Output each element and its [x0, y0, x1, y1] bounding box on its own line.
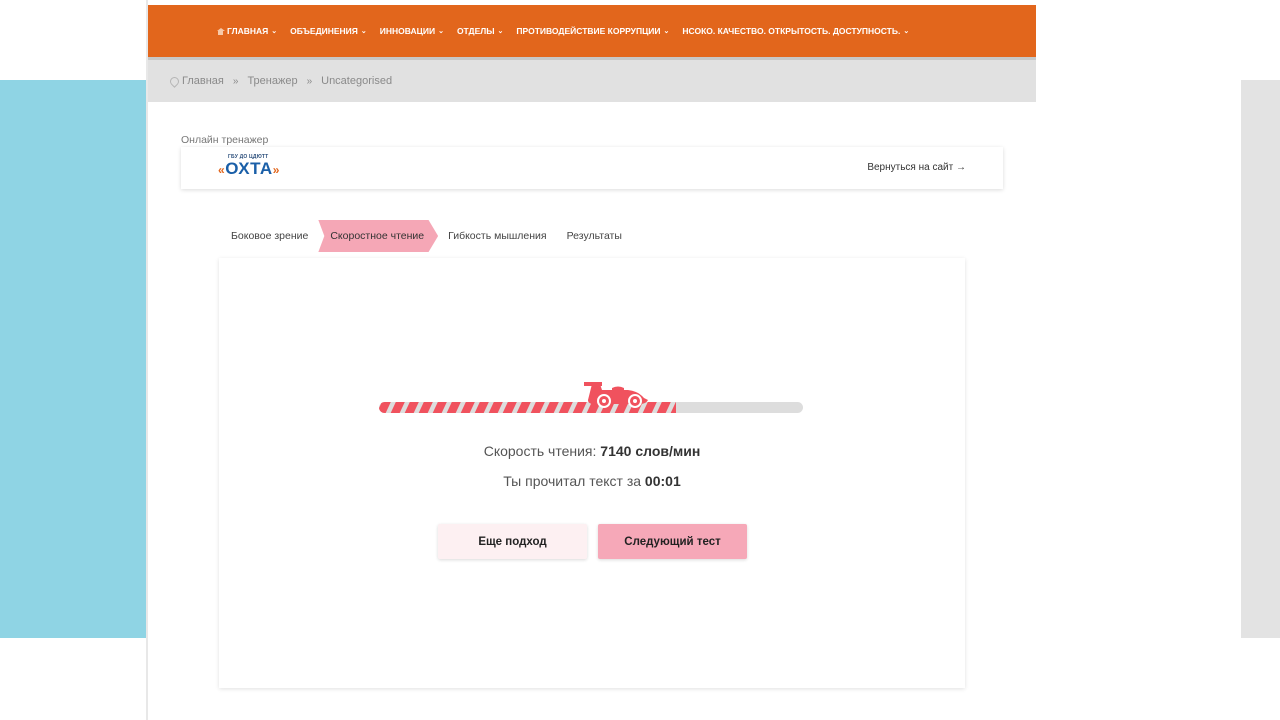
- chevron-down-icon: ⌄: [663, 28, 670, 35]
- tab-results[interactable]: Результаты: [557, 220, 632, 252]
- back-to-site-link[interactable]: Вернуться на сайт →: [867, 162, 966, 173]
- page-edge: [146, 0, 148, 720]
- chevron-down-icon: ⌄: [360, 28, 367, 35]
- logo-title: «ОХТА»: [218, 159, 280, 178]
- speed-label: Скорость чтения:: [483, 443, 601, 459]
- next-test-button[interactable]: Следующий тест: [598, 524, 747, 559]
- nav-item-label: ГЛАВНАЯ: [227, 26, 269, 36]
- left-decor-panel: [0, 80, 146, 638]
- footer-text-peek: [180, 712, 420, 720]
- chevron-down-icon: ⌄: [438, 28, 444, 35]
- nav-item-label: ИННОВАЦИИ: [379, 26, 436, 36]
- reading-time-text: Ты прочитал текст за 00:01: [219, 473, 965, 489]
- breadcrumb-trainer[interactable]: Тренажер: [247, 75, 297, 87]
- trainer-label: Онлайн тренажер: [181, 134, 269, 146]
- chevron-down-icon: ⌄: [497, 28, 504, 35]
- breadcrumb: Главная » Тренажер » Uncategorised: [148, 60, 1036, 102]
- nav-item-home[interactable]: ГЛАВНАЯ ⌄: [216, 26, 277, 36]
- speed-value: 7140 слов/мин: [600, 443, 701, 459]
- breadcrumb-separator: »: [306, 75, 313, 87]
- race-car-icon: [584, 382, 648, 408]
- chevron-down-icon: ⌄: [271, 28, 278, 35]
- nav-item-label: ОБЪЕДИНЕНИЯ: [290, 26, 358, 36]
- nav-item-innovations[interactable]: ИННОВАЦИИ ⌄: [380, 26, 444, 36]
- reading-speed-text: Скорость чтения: 7140 слов/мин: [219, 443, 965, 459]
- trainer-tabs: Боковое зрение Скоростное чтение Гибкост…: [221, 220, 632, 252]
- retry-button[interactable]: Еще подход: [438, 524, 587, 559]
- tab-peripheral-vision[interactable]: Боковое зрение: [221, 220, 318, 252]
- breadcrumb-separator: »: [232, 75, 239, 87]
- location-pin-icon: [170, 77, 177, 86]
- okhta-logo[interactable]: ГБУ ДО ЦДЮТТ «ОХТА»: [218, 154, 280, 179]
- time-label: Ты прочитал текст за: [503, 473, 645, 489]
- nav-item-label: ОТДЕЛЫ: [456, 26, 495, 36]
- nav-item-label: НСОКО. КАЧЕСТВО. ОТКРЫТОСТЬ. ДОСТУПНОСТЬ…: [682, 26, 901, 36]
- nav-item-anticorruption[interactable]: ПРОТИВОДЕЙСТВИЕ КОРРУПЦИИ ⌄: [516, 26, 669, 36]
- breadcrumb-current: Uncategorised: [321, 75, 393, 87]
- breadcrumb-home[interactable]: Главная: [182, 75, 224, 87]
- tab-flexible-thinking[interactable]: Гибкость мышления: [438, 220, 556, 252]
- result-card: Скорость чтения: 7140 слов/мин Ты прочит…: [219, 258, 965, 688]
- main-navigation: ГЛАВНАЯ ⌄ ОБЪЕДИНЕНИЯ ⌄ ИННОВАЦИИ ⌄ ОТДЕ…: [148, 5, 1036, 57]
- nav-item-departments[interactable]: ОТДЕЛЫ ⌄: [457, 26, 503, 36]
- home-icon: [216, 27, 225, 35]
- chevron-down-icon: ⌄: [903, 28, 910, 35]
- right-decor-panel: [1241, 80, 1280, 638]
- nav-item-label: ПРОТИВОДЕЙСТВИЕ КОРРУПЦИИ: [516, 26, 661, 36]
- trainer-header: ГБУ ДО ЦДЮТТ «ОХТА» Вернуться на сайт →: [181, 147, 1003, 189]
- time-value: 00:01: [644, 473, 681, 489]
- nav-item-associations[interactable]: ОБЪЕДИНЕНИЯ ⌄: [290, 26, 367, 36]
- nav-item-quality[interactable]: НСОКО. КАЧЕСТВО. ОТКРЫТОСТЬ. ДОСТУПНОСТЬ…: [682, 26, 909, 36]
- speed-progress-track: [379, 382, 803, 413]
- tab-speed-reading[interactable]: Скоростное чтение: [318, 220, 439, 252]
